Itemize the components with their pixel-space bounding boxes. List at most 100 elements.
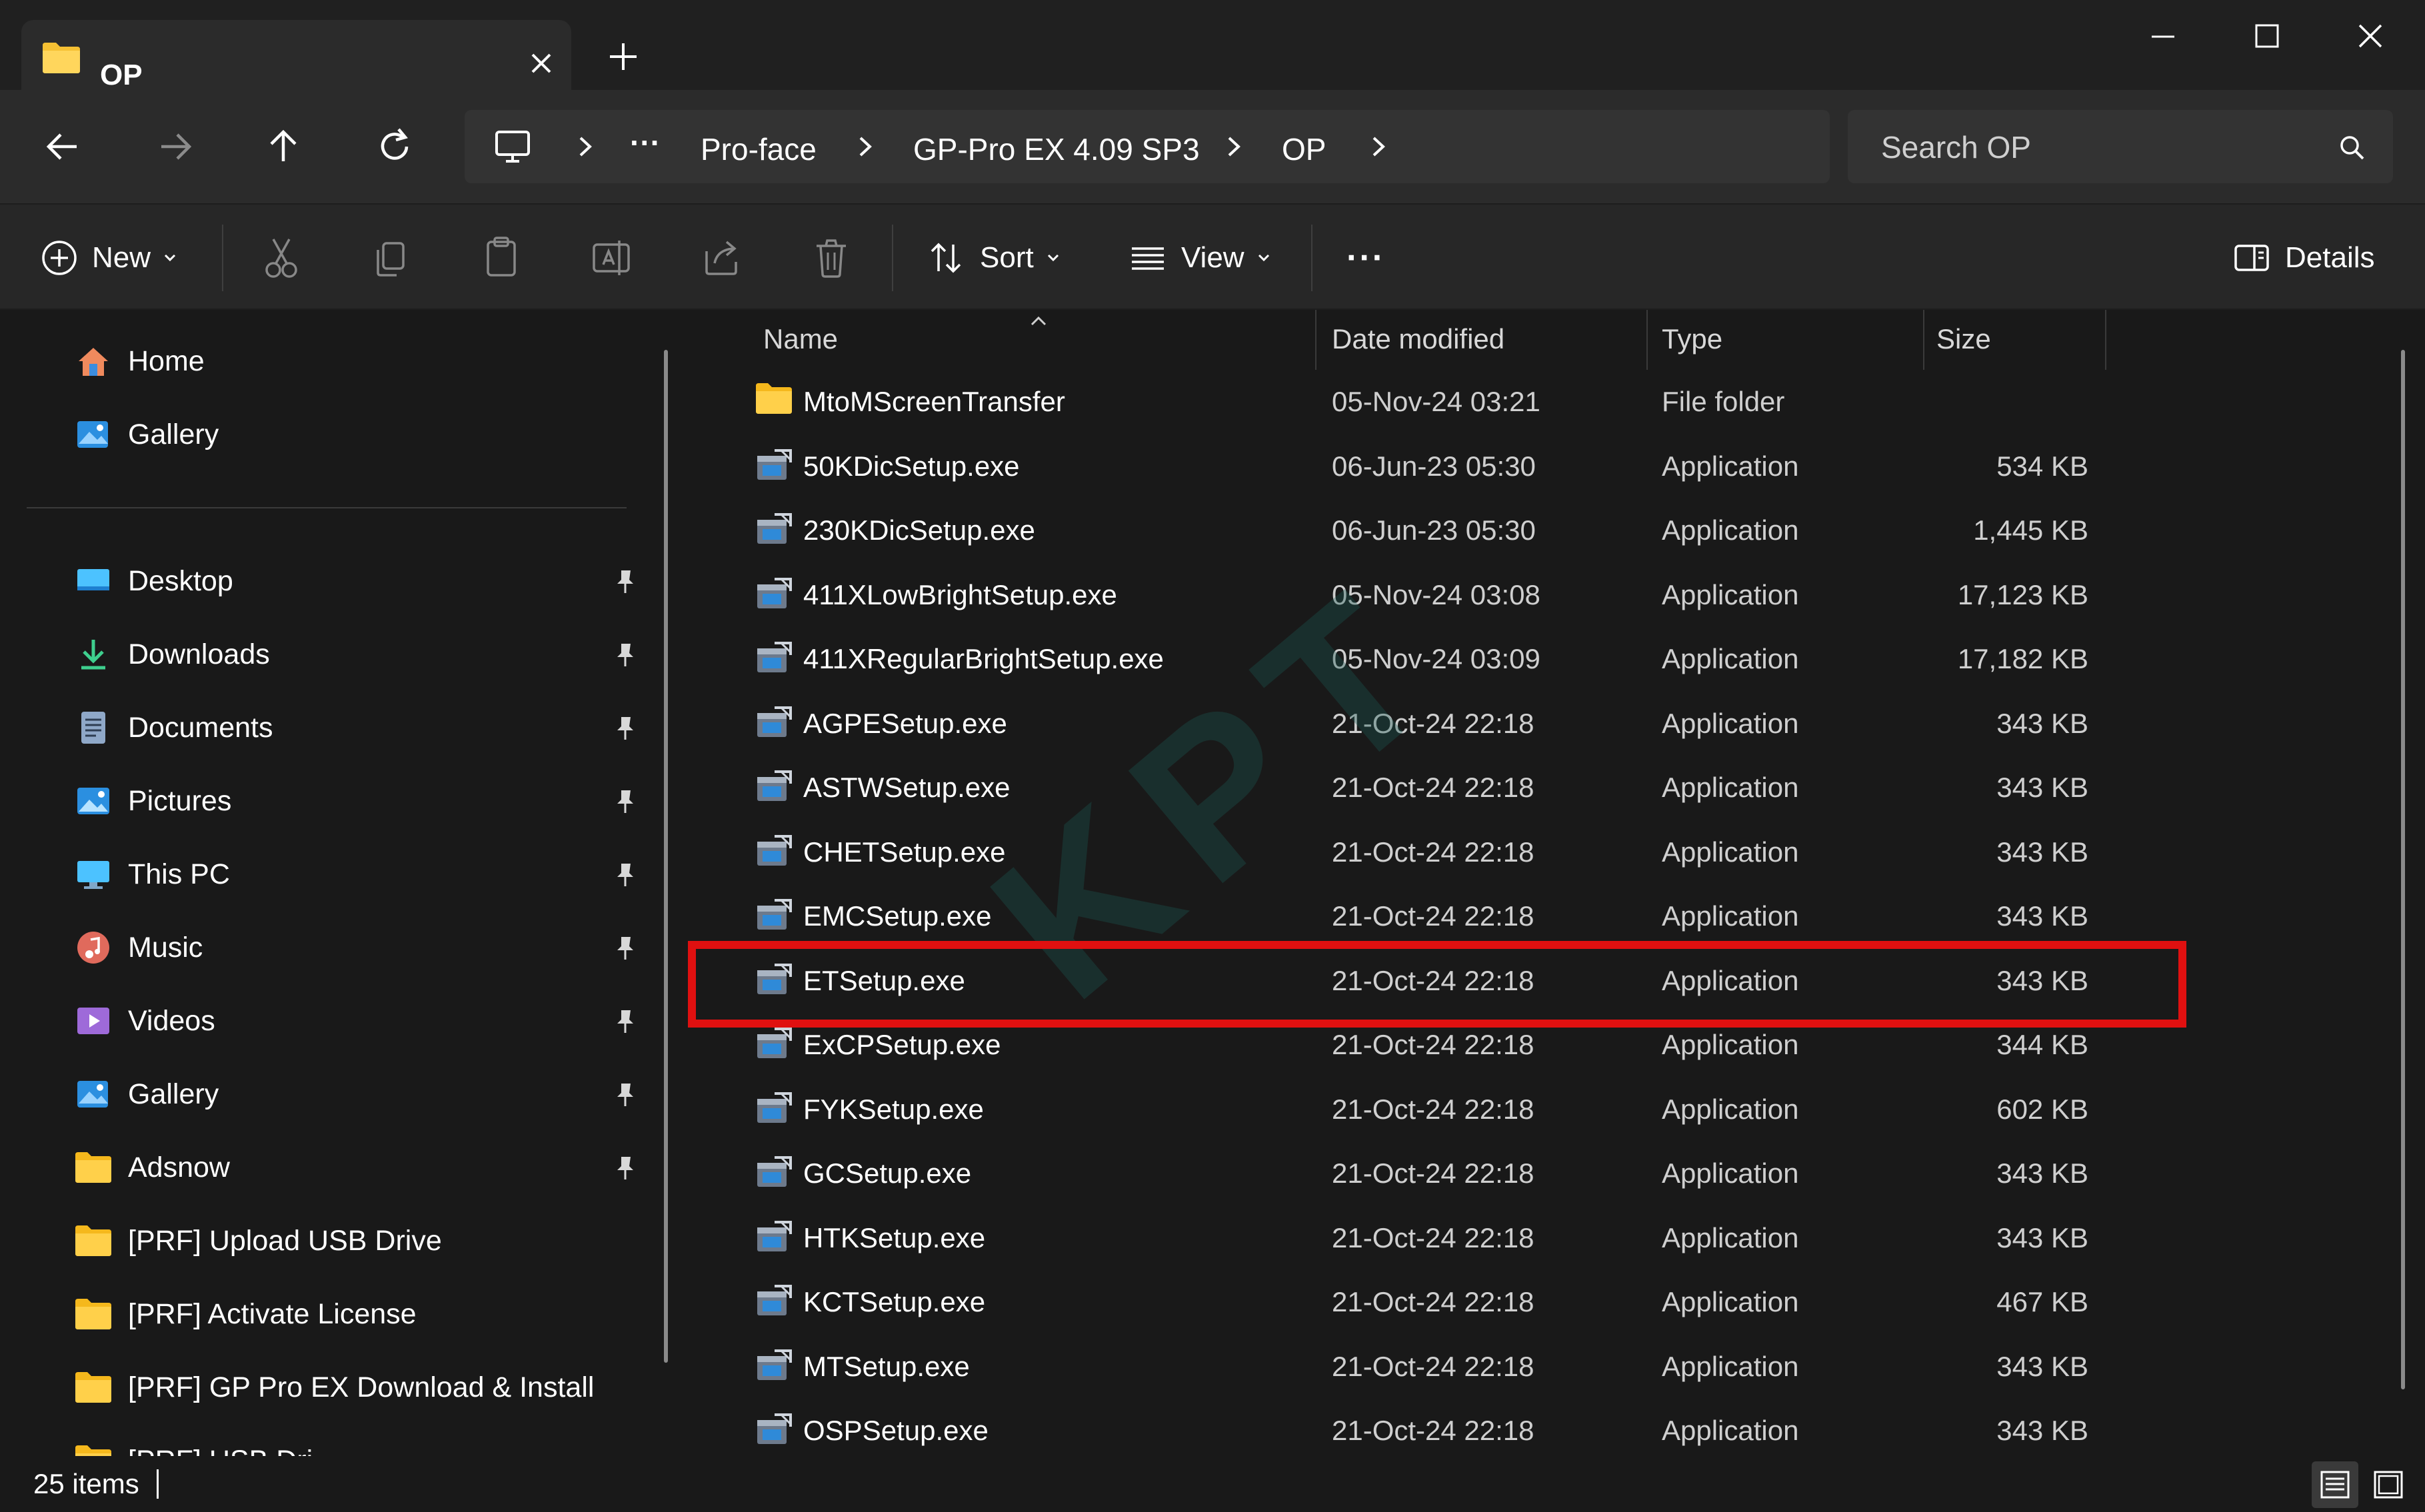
file-date-modified: 21-Oct-24 22:18 (1332, 772, 1534, 803)
sidebar-item-music[interactable]: Music (73, 921, 660, 974)
tab-op[interactable]: OP (21, 20, 571, 91)
pin-icon[interactable] (613, 641, 637, 671)
sidebar-item-pictures[interactable]: Pictures (73, 774, 660, 828)
search-icon[interactable] (2338, 133, 2367, 163)
share-icon[interactable] (700, 231, 743, 285)
rename-icon[interactable] (590, 231, 633, 285)
details-view-button[interactable] (2312, 1461, 2358, 1508)
file-type: Application (1662, 707, 1799, 739)
large-icons-view-button[interactable] (2365, 1461, 2412, 1508)
file-row[interactable]: ASTWSetup.exe 21-Oct-24 22:18 Application 3… (733, 757, 2113, 818)
pin-icon[interactable] (613, 861, 637, 891)
breadcrumb-gp-pro-ex[interactable]: GP-Pro EX 4.09 SP3 (913, 131, 1200, 167)
file-type: Application (1662, 643, 1799, 674)
sidebar-item-downloads[interactable]: Downloads (73, 628, 660, 681)
file-type: Application (1662, 1415, 1799, 1446)
sidebar-item-prf-activate-license[interactable]: [PRF] Activate License (73, 1287, 660, 1341)
view-button[interactable]: View (1128, 231, 1274, 285)
column-header-size[interactable]: Size (1936, 323, 1991, 355)
file-row[interactable]: ETSetup.exe 21-Oct-24 22:18 Application 343… (733, 950, 2113, 1012)
computer-icon[interactable] (491, 127, 534, 167)
column-divider[interactable] (2105, 310, 2106, 370)
folder-icon (73, 1441, 113, 1456)
file-size: 534 KB (1996, 450, 2088, 482)
sidebar-item-videos[interactable]: Videos (73, 994, 660, 1048)
file-row[interactable]: 50KDicSetup.exe 06-Jun-23 05:30 Applicatio… (733, 436, 2113, 497)
column-divider[interactable] (1923, 310, 1924, 370)
file-row[interactable]: 411XLowBrightSetup.exe 05-Nov-24 03:08 App… (733, 564, 2113, 626)
forward-icon[interactable] (148, 120, 201, 173)
file-row[interactable]: MtoMScreenTransfer 05-Nov-24 03:21 File fo… (733, 371, 2113, 432)
file-row[interactable]: EMCSetup.exe 21-Oct-24 22:18 Application 34… (733, 886, 2113, 947)
pin-icon[interactable] (613, 934, 637, 964)
details-button[interactable]: Details (2232, 231, 2375, 285)
file-row[interactable]: CHETSetup.exe 21-Oct-24 22:18 Application 3… (733, 822, 2113, 883)
new-button[interactable]: New (40, 231, 180, 285)
refresh-icon[interactable] (368, 120, 421, 173)
maximize-icon[interactable] (2236, 13, 2296, 60)
folder-icon (43, 43, 80, 73)
sidebar-item-desktop[interactable]: Desktop (73, 554, 660, 608)
sidebar-item-gallery[interactable]: Gallery (73, 1068, 660, 1121)
sidebar-item-prf-upload-usb-drive[interactable]: [PRF] Upload USB Drive (73, 1214, 660, 1267)
file-row[interactable]: KCTSetup.exe 21-Oct-24 22:18 Application 46… (733, 1271, 2113, 1333)
new-tab-icon[interactable] (603, 37, 643, 77)
file-list-scrollbar[interactable] (2401, 350, 2405, 1389)
pin-icon[interactable] (613, 568, 637, 598)
column-header-type[interactable]: Type (1662, 323, 1722, 355)
up-icon[interactable] (257, 120, 310, 173)
back-icon[interactable] (37, 120, 90, 173)
file-row[interactable]: MTSetup.exe 21-Oct-24 22:18 Application 343… (733, 1336, 2113, 1397)
paste-icon[interactable] (480, 231, 523, 285)
pin-icon[interactable] (613, 788, 637, 818)
sidebar-item-prf-usb-dri[interactable]: [PRF] USB Dri... (73, 1434, 660, 1456)
file-row[interactable]: ExCPSetup.exe 21-Oct-24 22:18 Application 3… (733, 1014, 2113, 1076)
chevron-right-icon[interactable] (851, 130, 878, 163)
file-size: 602 KB (1996, 1093, 2088, 1125)
pin-icon[interactable] (613, 1008, 637, 1038)
copy-icon[interactable] (370, 231, 413, 285)
column-divider[interactable] (1315, 310, 1316, 370)
column-header-name[interactable]: Name (763, 323, 838, 355)
sidebar-item-prf-gp-pro-ex-download-install[interactable]: [PRF] GP Pro EX Download & Install (73, 1361, 660, 1414)
application-icon (755, 639, 793, 678)
navigation-pane: Home Gallery Desktop Downloads Documents Pict… (0, 310, 687, 1456)
application-icon (755, 575, 793, 614)
file-row[interactable]: FYKSetup.exe 21-Oct-24 22:18 Application 60… (733, 1079, 2113, 1140)
search-box[interactable] (1848, 110, 2393, 183)
file-row[interactable]: AGPESetup.exe 21-Oct-24 22:18 Application 3… (733, 693, 2113, 754)
file-row[interactable]: HTKSetup.exe 21-Oct-24 22:18 Application 34… (733, 1207, 2113, 1269)
chevron-right-icon[interactable] (571, 130, 598, 163)
sort-button[interactable]: Sort (927, 231, 1063, 285)
file-row[interactable]: 411XRegularBrightSetup.exe 05-Nov-24 03:0… (733, 628, 2113, 690)
file-row[interactable]: 230KDicSetup.exe 06-Jun-23 05:30 Applicati… (733, 500, 2113, 561)
pin-icon[interactable] (613, 1154, 637, 1184)
sidebar-item-documents[interactable]: Documents (73, 701, 660, 754)
application-icon (755, 768, 793, 806)
file-row[interactable]: OSPSetup.exe 21-Oct-24 22:18 Application 34… (733, 1400, 2113, 1456)
address-bar[interactable]: ··· Pro-face GP-Pro EX 4.09 SP3 OP (465, 110, 1830, 183)
sidebar-item-label: [PRF] GP Pro EX Download & Install (128, 1371, 595, 1403)
sidebar-item-gallery[interactable]: Gallery (73, 408, 660, 461)
close-icon[interactable] (2340, 13, 2400, 60)
pin-icon[interactable] (613, 1081, 637, 1111)
file-row[interactable]: GCSetup.exe 21-Oct-24 22:18 Application 343… (733, 1143, 2113, 1204)
minimize-icon[interactable] (2133, 13, 2193, 60)
delete-icon[interactable] (810, 231, 853, 285)
cut-icon[interactable] (260, 231, 303, 285)
pin-icon[interactable] (613, 714, 637, 744)
close-tab-icon[interactable] (525, 47, 558, 80)
breadcrumb-overflow[interactable]: ··· (630, 125, 661, 161)
sidebar-item-adsnow[interactable]: Adsnow (73, 1141, 660, 1194)
column-header-date-modified[interactable]: Date modified (1332, 323, 1504, 355)
sidebar-scrollbar[interactable] (664, 350, 668, 1363)
search-input[interactable] (1881, 129, 2308, 165)
breadcrumb-pro-face[interactable]: Pro-face (701, 131, 817, 167)
sidebar-item-this-pc[interactable]: This PC (73, 848, 660, 901)
chevron-right-icon[interactable] (1220, 130, 1246, 163)
sidebar-item-home[interactable]: Home (73, 335, 660, 388)
more-options-button[interactable]: ··· (1346, 231, 1385, 285)
chevron-right-icon[interactable] (1364, 130, 1391, 163)
breadcrumb-op[interactable]: OP (1282, 131, 1326, 167)
column-divider[interactable] (1646, 310, 1648, 370)
